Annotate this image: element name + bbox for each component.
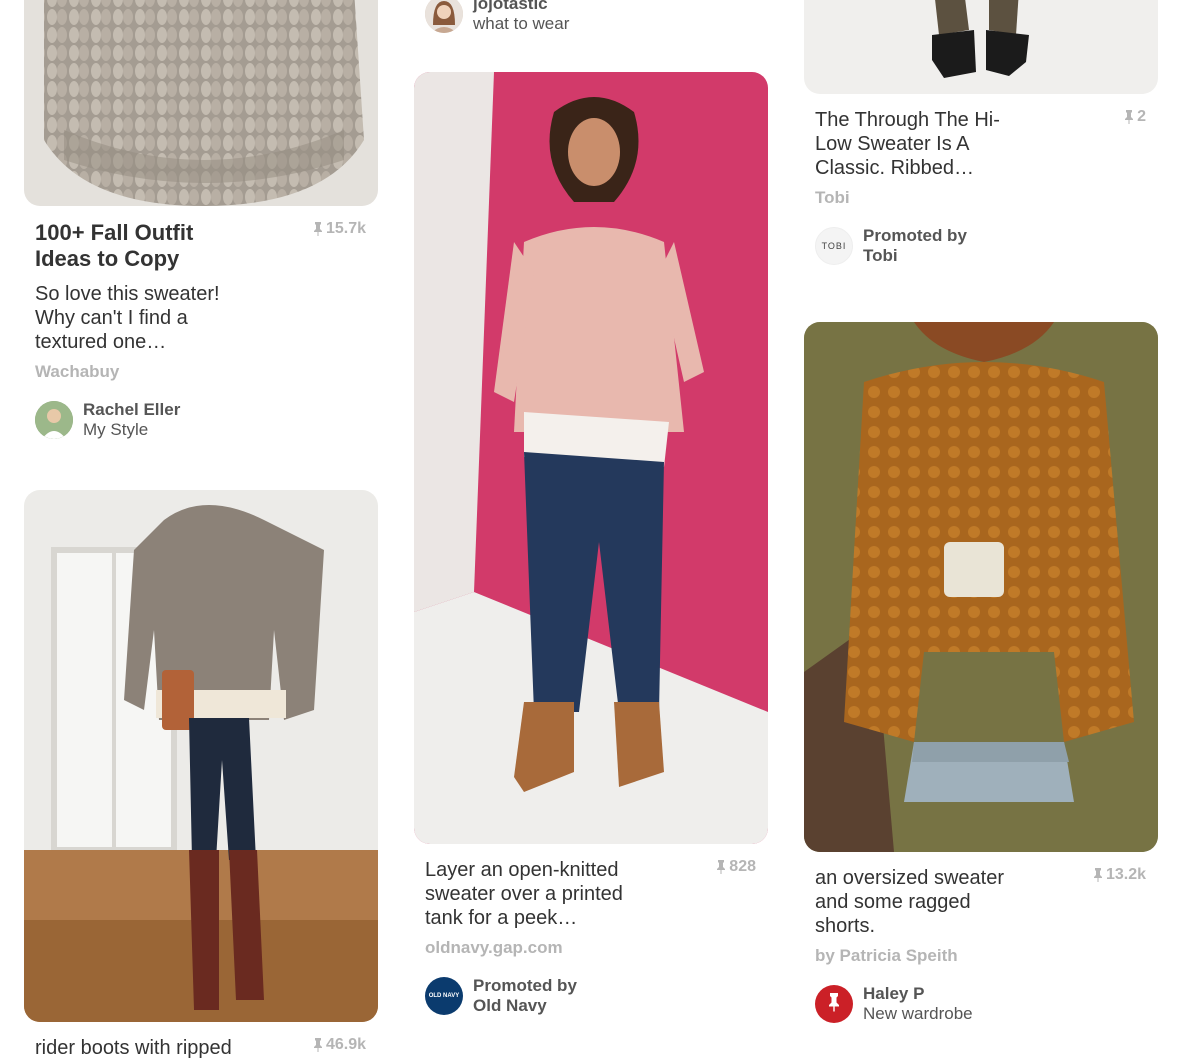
promoter-name[interactable]: Tobi — [863, 246, 967, 266]
pin-card-rider-boots[interactable]: 46.9k rider boots with ripped — [24, 490, 378, 1060]
pinner-name[interactable]: Haley P — [863, 984, 973, 1004]
pin-description: The Through The Hi-Low Sweater Is A Clas… — [815, 109, 1000, 179]
board-name[interactable]: My Style — [83, 420, 180, 440]
promoter-name[interactable]: Old Navy — [473, 996, 577, 1016]
avatar[interactable] — [815, 985, 853, 1023]
pin-image-pink-sweater[interactable] — [414, 72, 768, 844]
pin-card-fall-outfit[interactable]: 15.7k 100+ Fall Outfit Ideas to Copy So … — [24, 0, 378, 440]
save-count: 2 — [1124, 108, 1146, 126]
old-navy-logo-text: OLD NAVY — [428, 993, 460, 999]
pin-source[interactable]: oldnavy.gap.com — [425, 938, 757, 958]
pushpin-icon — [827, 992, 841, 1017]
pin-image-mustard-sweater[interactable] — [804, 322, 1158, 852]
pushpin-icon — [313, 1037, 323, 1053]
pinner-attribution[interactable]: Haley P New wardrobe — [815, 984, 1147, 1024]
promoted-label: Promoted by — [473, 976, 577, 995]
save-count: 828 — [716, 858, 756, 876]
pin-image-rider-boots[interactable] — [24, 490, 378, 1022]
board-name[interactable]: New wardrobe — [863, 1004, 973, 1024]
pin-description: Layer an open-knitted sweater over a pri… — [425, 859, 623, 929]
promoted-label: Promoted by — [863, 226, 967, 245]
promoted-attribution[interactable]: OLD NAVY Promoted by Old Navy — [425, 976, 757, 1016]
pin-description: an oversized sweater and some ragged sho… — [815, 867, 1004, 937]
tobi-logo-avatar[interactable]: TOBI — [815, 227, 853, 265]
pinner-attribution[interactable]: Rachel Eller My Style — [35, 400, 367, 440]
avatar[interactable] — [425, 0, 463, 33]
pinner-name[interactable]: Rachel Eller — [83, 400, 180, 420]
pinner-name[interactable]: jojotastic — [473, 0, 569, 14]
pin-source[interactable]: Wachabuy — [35, 362, 367, 382]
pin-image-tobi-shoes[interactable] — [804, 0, 1158, 94]
pin-description: rider boots with ripped — [35, 1037, 232, 1059]
pin-title: 100+ Fall Outfit Ideas to Copy — [35, 220, 194, 271]
pin-source[interactable]: by Patricia Speith — [815, 946, 1147, 966]
pin-description: So love this sweater! Why can't I find a… — [35, 283, 220, 353]
promoted-attribution[interactable]: TOBI Promoted by Tobi — [815, 226, 1147, 266]
pin-card-jojotastic[interactable]: jojotastic what to wear — [414, 0, 768, 34]
pushpin-icon — [313, 221, 323, 237]
save-count: 15.7k — [313, 220, 366, 238]
old-navy-logo-avatar[interactable]: OLD NAVY — [425, 977, 463, 1015]
pushpin-icon — [1124, 109, 1134, 125]
save-count: 13.2k — [1093, 866, 1146, 884]
pin-card-tobi[interactable]: 2 The Through The Hi-Low Sweater Is A Cl… — [804, 0, 1158, 266]
pinner-attribution[interactable]: jojotastic what to wear — [425, 0, 757, 34]
pushpin-icon — [716, 859, 726, 875]
pushpin-icon — [1093, 867, 1103, 883]
tobi-logo-text: TOBI — [821, 241, 847, 251]
pin-image-knit-sweater[interactable] — [24, 0, 378, 206]
pin-source[interactable]: Tobi — [815, 188, 1147, 208]
avatar[interactable] — [35, 401, 73, 439]
save-count: 46.9k — [313, 1036, 366, 1054]
pin-card-oversized-sweater[interactable]: 13.2k an oversized sweater and some ragg… — [804, 322, 1158, 1024]
board-name[interactable]: what to wear — [473, 14, 569, 34]
pin-card-old-navy[interactable]: 828 Layer an open-knitted sweater over a… — [414, 72, 768, 1016]
